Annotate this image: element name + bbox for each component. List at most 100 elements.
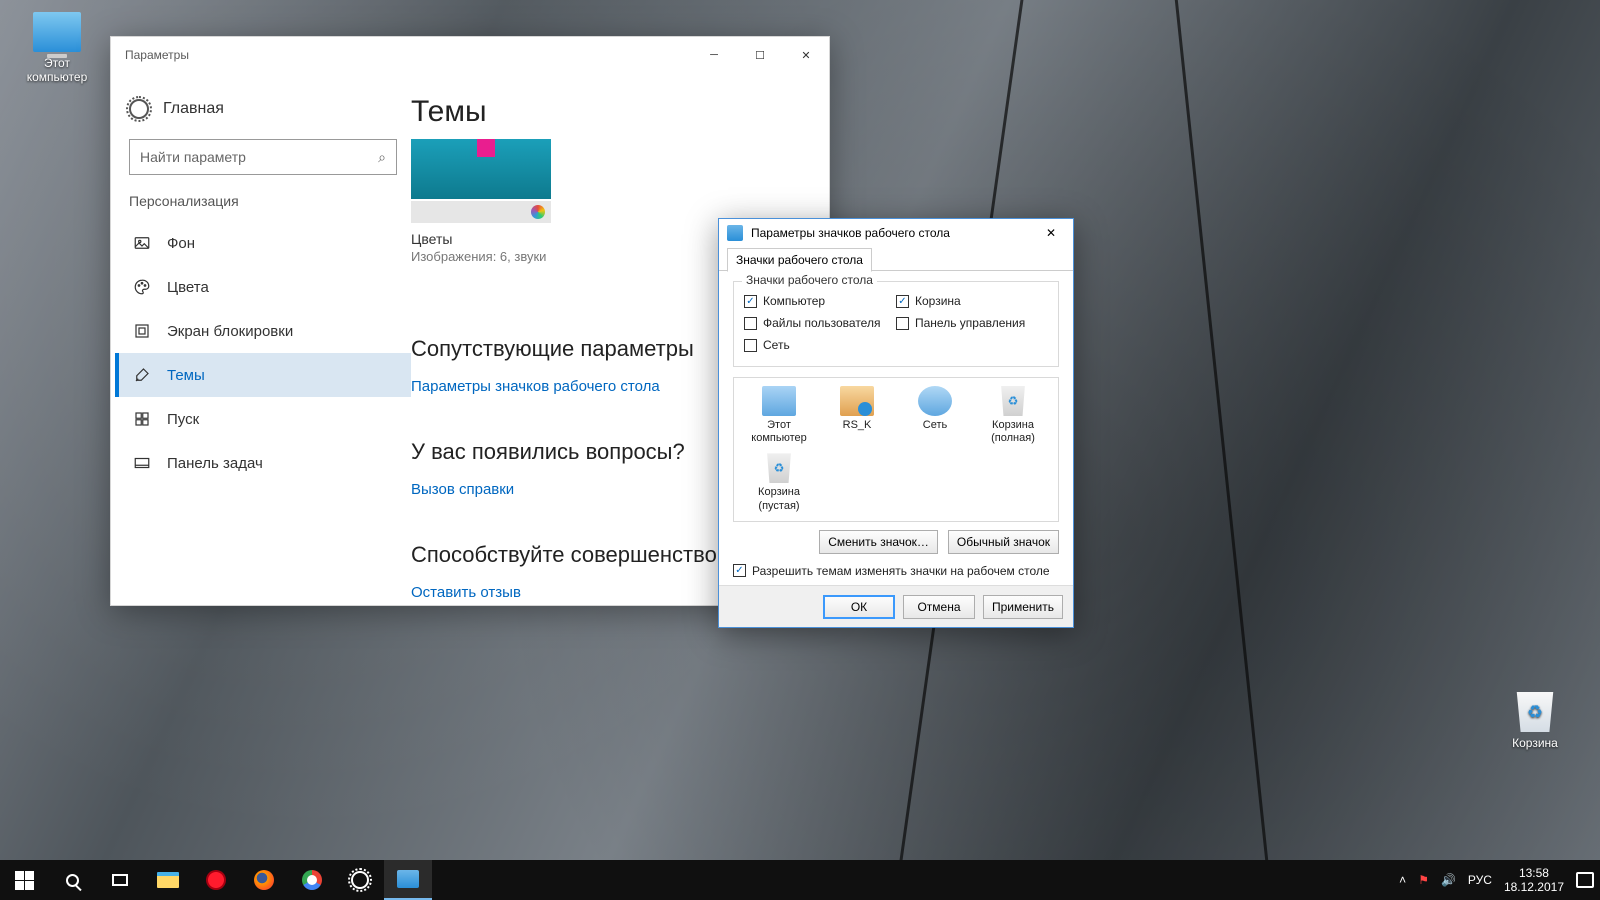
maximize-button[interactable]: ☐ bbox=[737, 39, 783, 71]
taskbar: ˄ ⚑ 🔊 РУС 13:58 18.12.2017 bbox=[0, 860, 1600, 900]
checkbox-network[interactable]: Сеть bbox=[744, 334, 896, 356]
display-icon bbox=[727, 225, 743, 241]
sidebar-item-label: Пуск bbox=[167, 411, 199, 428]
checkbox-icon bbox=[733, 564, 746, 577]
colorwheel-icon bbox=[531, 205, 545, 219]
monitor-icon bbox=[762, 386, 796, 416]
window-title: Параметры bbox=[125, 48, 189, 62]
icon-item-this-pc[interactable]: Этот компьютер bbox=[742, 386, 816, 445]
taskview-icon bbox=[112, 874, 128, 886]
taskbar-chrome[interactable] bbox=[288, 860, 336, 900]
grid-icon bbox=[133, 410, 151, 428]
checkbox-icon bbox=[896, 317, 909, 330]
desktop-icons-group: Значки рабочего стола Компьютер Корзина … bbox=[733, 281, 1059, 367]
sidebar-section-title: Персонализация bbox=[115, 193, 411, 221]
search-placeholder: Найти параметр bbox=[140, 149, 246, 165]
search-input[interactable]: Найти параметр ⌕ bbox=[129, 139, 397, 175]
change-icon-button[interactable]: Сменить значок… bbox=[819, 530, 938, 554]
opera-icon bbox=[206, 870, 226, 890]
search-icon bbox=[66, 874, 79, 887]
ok-button[interactable]: ОК bbox=[823, 595, 895, 619]
apply-button[interactable]: Применить bbox=[983, 595, 1063, 619]
taskbar-app-active[interactable] bbox=[384, 860, 432, 900]
sidebar-item-lockscreen[interactable]: Экран блокировки bbox=[115, 309, 411, 353]
taskbar-taskview[interactable] bbox=[96, 860, 144, 900]
clock-time: 13:58 bbox=[1504, 866, 1564, 880]
icon-item-bin-full[interactable]: Корзина (полная) bbox=[976, 386, 1050, 445]
app-icon bbox=[397, 870, 419, 888]
dialog-titlebar[interactable]: Параметры значков рабочего стола ✕ bbox=[719, 219, 1073, 247]
sidebar-item-label: Фон bbox=[167, 235, 195, 252]
checkbox-allow-themes[interactable]: Разрешить темам изменять значки на рабоч… bbox=[733, 564, 1059, 578]
gear-icon bbox=[351, 871, 369, 889]
dialog-footer: ОК Отмена Применить bbox=[719, 585, 1073, 627]
desktop-icon-label: Корзина bbox=[1490, 736, 1580, 750]
sidebar-item-label: Экран блокировки bbox=[167, 323, 293, 340]
icon-item-network[interactable]: Сеть bbox=[898, 386, 972, 445]
settings-titlebar[interactable]: Параметры ─ ☐ ✕ bbox=[111, 37, 829, 73]
close-button[interactable]: ✕ bbox=[783, 39, 829, 71]
desktop-icon-recycle-bin[interactable]: Корзина bbox=[1490, 692, 1580, 750]
default-icon-button[interactable]: Обычный значок bbox=[948, 530, 1059, 554]
taskbar-settings[interactable] bbox=[336, 860, 384, 900]
recycle-bin-empty-icon bbox=[762, 453, 796, 483]
sidebar-item-start[interactable]: Пуск bbox=[115, 397, 411, 441]
taskbar-opera[interactable] bbox=[192, 860, 240, 900]
tab-desktop-icons[interactable]: Значки рабочего стола bbox=[727, 248, 872, 272]
checkbox-icon bbox=[896, 295, 909, 308]
system-tray: ˄ ⚑ 🔊 РУС 13:58 18.12.2017 bbox=[1399, 860, 1600, 900]
tray-security-icon[interactable]: ⚑ bbox=[1418, 873, 1429, 887]
tray-chevron[interactable]: ˄ bbox=[1399, 873, 1406, 887]
desktop-icon-this-pc[interactable]: Этот компьютер bbox=[12, 12, 102, 84]
folder-icon bbox=[157, 872, 179, 888]
checkbox-control-panel[interactable]: Панель управления bbox=[896, 312, 1048, 334]
checkbox-icon bbox=[744, 339, 757, 352]
sidebar-item-label: Цвета bbox=[167, 279, 209, 296]
icon-item-user[interactable]: RS_K bbox=[820, 386, 894, 445]
taskbar-file-explorer[interactable] bbox=[144, 860, 192, 900]
sidebar-item-taskbar[interactable]: Панель задач bbox=[115, 441, 411, 485]
sidebar-item-themes[interactable]: Темы bbox=[115, 353, 411, 397]
user-folder-icon bbox=[840, 386, 874, 416]
icon-preview-list: Этот компьютер RS_K Сеть Корзина (полная… bbox=[733, 377, 1059, 522]
frame-icon bbox=[133, 322, 151, 340]
settings-sidebar: Главная Найти параметр ⌕ Персонализация … bbox=[111, 73, 411, 605]
picture-icon bbox=[133, 234, 151, 252]
brush-icon bbox=[133, 366, 151, 384]
page-title: Темы bbox=[411, 95, 799, 129]
network-icon bbox=[918, 386, 952, 416]
tray-clock[interactable]: 13:58 18.12.2017 bbox=[1504, 866, 1564, 895]
taskbar-firefox[interactable] bbox=[240, 860, 288, 900]
firefox-icon bbox=[254, 870, 274, 890]
tray-language[interactable]: РУС bbox=[1468, 873, 1492, 887]
sidebar-item-background[interactable]: Фон bbox=[115, 221, 411, 265]
cancel-button[interactable]: Отмена bbox=[903, 595, 975, 619]
taskbar-icon bbox=[133, 454, 151, 472]
clock-date: 18.12.2017 bbox=[1504, 880, 1564, 894]
dialog-close-button[interactable]: ✕ bbox=[1035, 226, 1067, 240]
gear-icon bbox=[129, 99, 149, 119]
desktop-icon-settings-dialog: Параметры значков рабочего стола ✕ Значк… bbox=[718, 218, 1074, 628]
checkbox-user-files[interactable]: Файлы пользователя bbox=[744, 312, 896, 334]
dialog-tabs: Значки рабочего стола bbox=[719, 247, 1073, 271]
tray-notifications[interactable] bbox=[1576, 872, 1594, 888]
checkbox-icon bbox=[744, 295, 757, 308]
taskbar-search[interactable] bbox=[48, 860, 96, 900]
checkbox-computer[interactable]: Компьютер bbox=[744, 290, 896, 312]
start-button[interactable] bbox=[0, 860, 48, 900]
sidebar-item-colors[interactable]: Цвета bbox=[115, 265, 411, 309]
palette-icon bbox=[133, 278, 151, 296]
minimize-button[interactable]: ─ bbox=[691, 39, 737, 71]
theme-thumbnail bbox=[411, 139, 551, 199]
checkbox-recycle-bin[interactable]: Корзина bbox=[896, 290, 1048, 312]
notification-icon bbox=[1576, 872, 1594, 888]
checkbox-icon bbox=[744, 317, 757, 330]
icon-item-bin-empty[interactable]: Корзина (пустая) bbox=[742, 453, 816, 512]
sidebar-home-label: Главная bbox=[163, 100, 224, 118]
dialog-title: Параметры значков рабочего стола bbox=[751, 226, 950, 240]
recycle-bin-icon bbox=[1511, 692, 1559, 732]
desktop-icon-label: Этот компьютер bbox=[12, 56, 102, 84]
tray-volume-icon[interactable]: 🔊 bbox=[1441, 873, 1456, 887]
sidebar-home[interactable]: Главная bbox=[115, 73, 411, 133]
sidebar-item-label: Панель задач bbox=[167, 455, 263, 472]
